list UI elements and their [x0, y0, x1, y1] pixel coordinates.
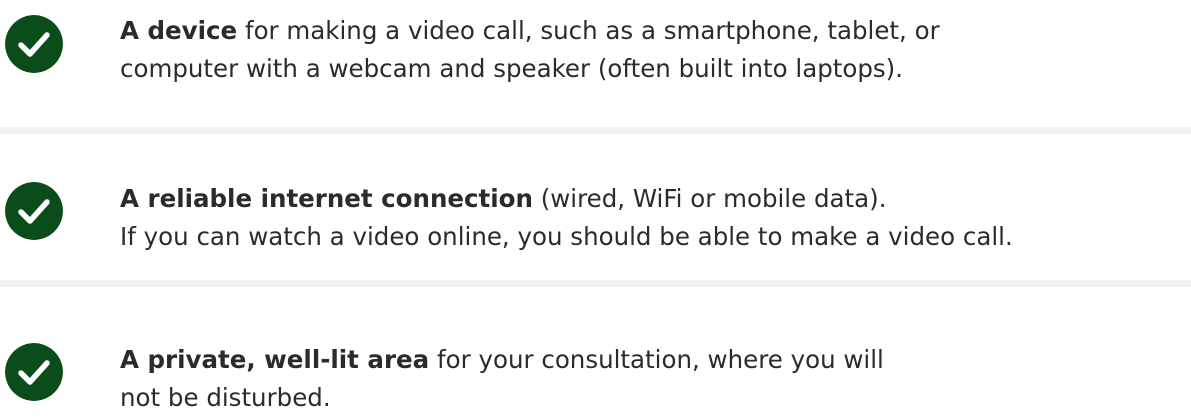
item-text: A reliable internet connection (wired, W…	[120, 180, 1183, 256]
item-text: A private, well-lit area for your consul…	[120, 341, 1183, 417]
check-circle-icon	[5, 182, 63, 240]
item-line-1: A device for making a video call, such a…	[120, 12, 1183, 50]
item-line-2: computer with a webcam and speaker (ofte…	[120, 54, 904, 83]
divider	[0, 127, 1191, 134]
item-line-2: If you can watch a video online, you sho…	[120, 222, 1013, 251]
item-line-1: A private, well-lit area for your consul…	[120, 341, 1183, 379]
item-bold-text: A device	[120, 16, 238, 45]
item-bold-text: A reliable internet connection	[120, 184, 533, 213]
list-item: A reliable internet connection (wired, W…	[0, 137, 1191, 280]
check-circle-icon	[5, 343, 63, 401]
divider	[0, 280, 1191, 287]
item-bold-text: A private, well-lit area	[120, 345, 430, 374]
item-line-2: not be disturbed.	[120, 383, 331, 412]
item-rest-text: (wired, WiFi or mobile data).	[532, 184, 887, 213]
list-item: A private, well-lit area for your consul…	[0, 290, 1191, 417]
list-item: A device for making a video call, such a…	[0, 0, 1191, 127]
item-rest-text: for your consultation, where you will	[429, 345, 884, 374]
item-text: A device for making a video call, such a…	[120, 12, 1183, 88]
check-circle-icon	[5, 15, 63, 73]
item-line-1: A reliable internet connection (wired, W…	[120, 180, 1183, 218]
item-rest-text: for making a video call, such as a smart…	[237, 16, 940, 45]
requirements-list: A device for making a video call, such a…	[0, 0, 1191, 417]
